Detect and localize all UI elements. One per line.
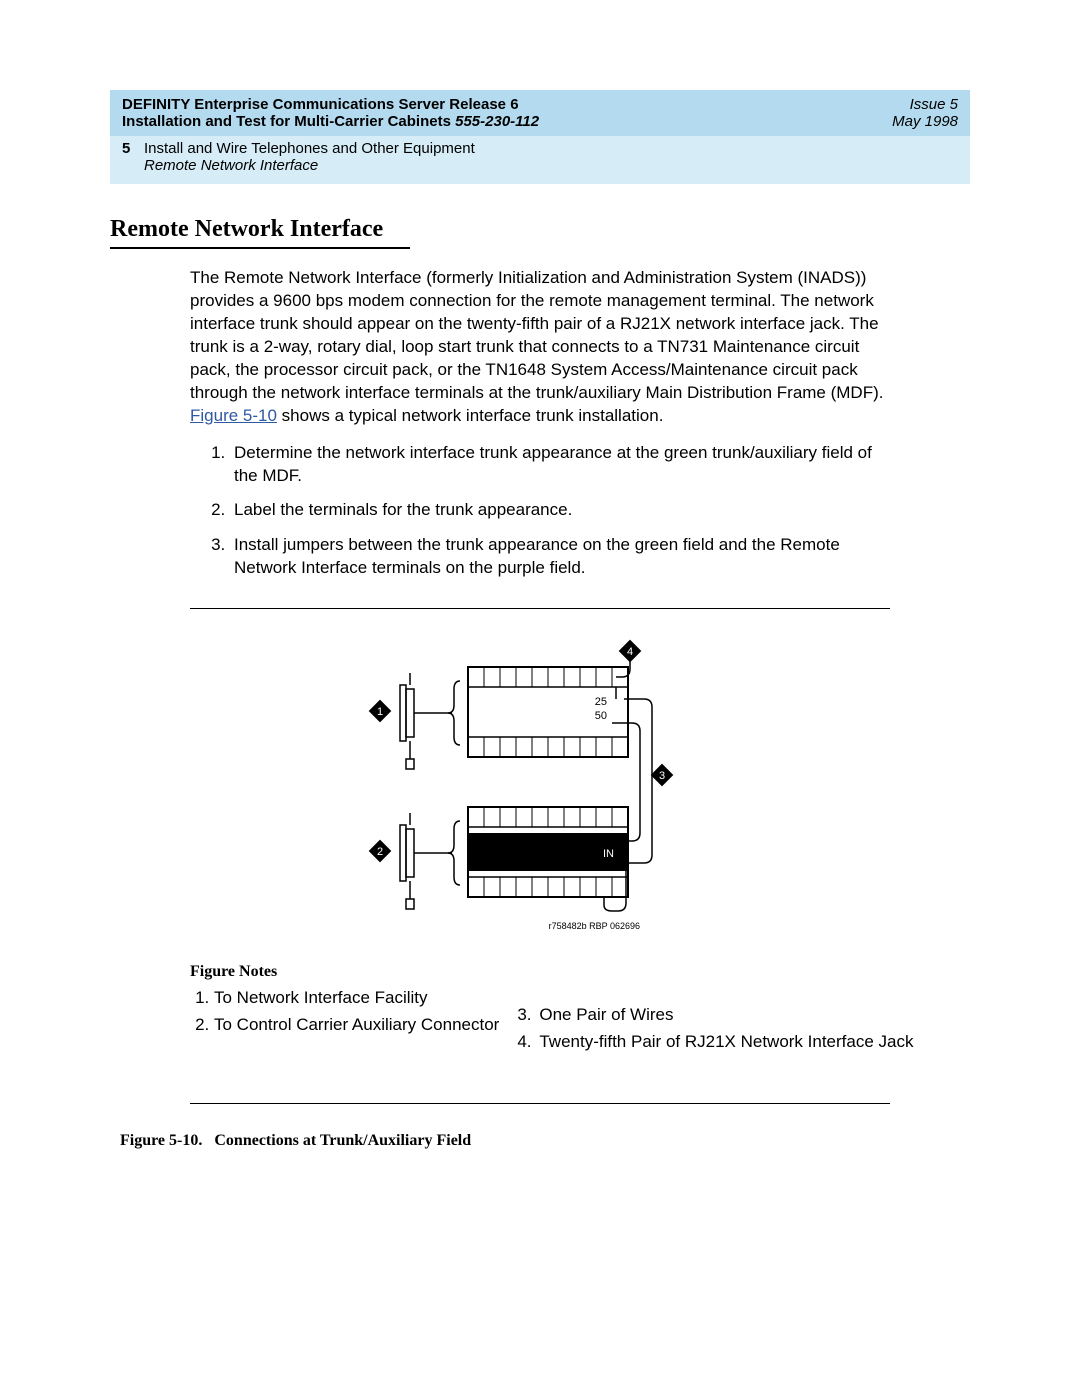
page-subheader: 5 Install and Wire Telephones and Other … [110,136,970,184]
svg-text:3: 3 [659,770,665,782]
svg-text:50: 50 [595,710,607,722]
step-2: Label the terminals for the trunk appear… [230,499,890,522]
callout-3-icon: 3 [651,764,674,787]
svg-text:IN: IN [603,848,614,860]
figure-footer: r758482b RBP 062696 [549,921,640,931]
step-3: Install jumpers between the trunk appear… [230,534,890,580]
figure-note-3: 3.One Pair of Wires [517,1004,913,1027]
figure-notes-heading: Figure Notes [190,963,970,981]
figure-link[interactable]: Figure 5-10 [190,406,277,425]
chapter-number: 5 [122,140,144,174]
body-paragraph: The Remote Network Interface (formerly I… [190,267,890,580]
divider-top [190,608,890,609]
figure-caption: Figure 5-10.Connections at Trunk/Auxilia… [120,1132,970,1150]
svg-text:1: 1 [377,706,383,718]
figure-note-1: To Network Interface Facility [214,987,499,1010]
svg-text:25: 25 [595,696,607,708]
page-header: DEFINITY Enterprise Communications Serve… [110,90,970,136]
brace-bottom-icon [448,821,460,885]
header-title-2: Installation and Test for Multi-Carrier … [122,113,539,130]
subheader-line-1: Install and Wire Telephones and Other Eq… [144,140,475,157]
figure-notes: To Network Interface Facility To Control… [190,987,970,1075]
figure-diagram: 1 25 50 4 [110,637,970,947]
subheader-line-2: Remote Network Interface [144,157,475,174]
step-1: Determine the network interface trunk ap… [230,442,890,488]
figure-note-2: To Control Carrier Auxiliary Connector [214,1014,499,1037]
steps-list: Determine the network interface trunk ap… [190,442,890,581]
callout-2-icon: 2 [369,840,392,863]
section-title: Remote Network Interface [110,216,410,249]
brace-top-icon [448,681,460,745]
top-block: 25 50 [468,667,628,757]
figure-note-4: 4.Twenty-fifth Pair of RJ21X Network Int… [517,1031,913,1054]
bottom-block: IN [468,807,628,911]
divider-bottom [190,1103,890,1104]
connector-top-left-icon [400,673,414,769]
wire-pair-icon-2 [612,723,640,841]
svg-text:2: 2 [377,846,383,858]
callout-1-icon: 1 [369,700,392,723]
header-issue: Issue 5 [910,96,958,113]
header-date: May 1998 [892,113,958,130]
header-title-1: DEFINITY Enterprise Communications Serve… [122,96,519,113]
svg-text:4: 4 [627,646,633,658]
connector-bottom-left-icon [400,813,414,909]
